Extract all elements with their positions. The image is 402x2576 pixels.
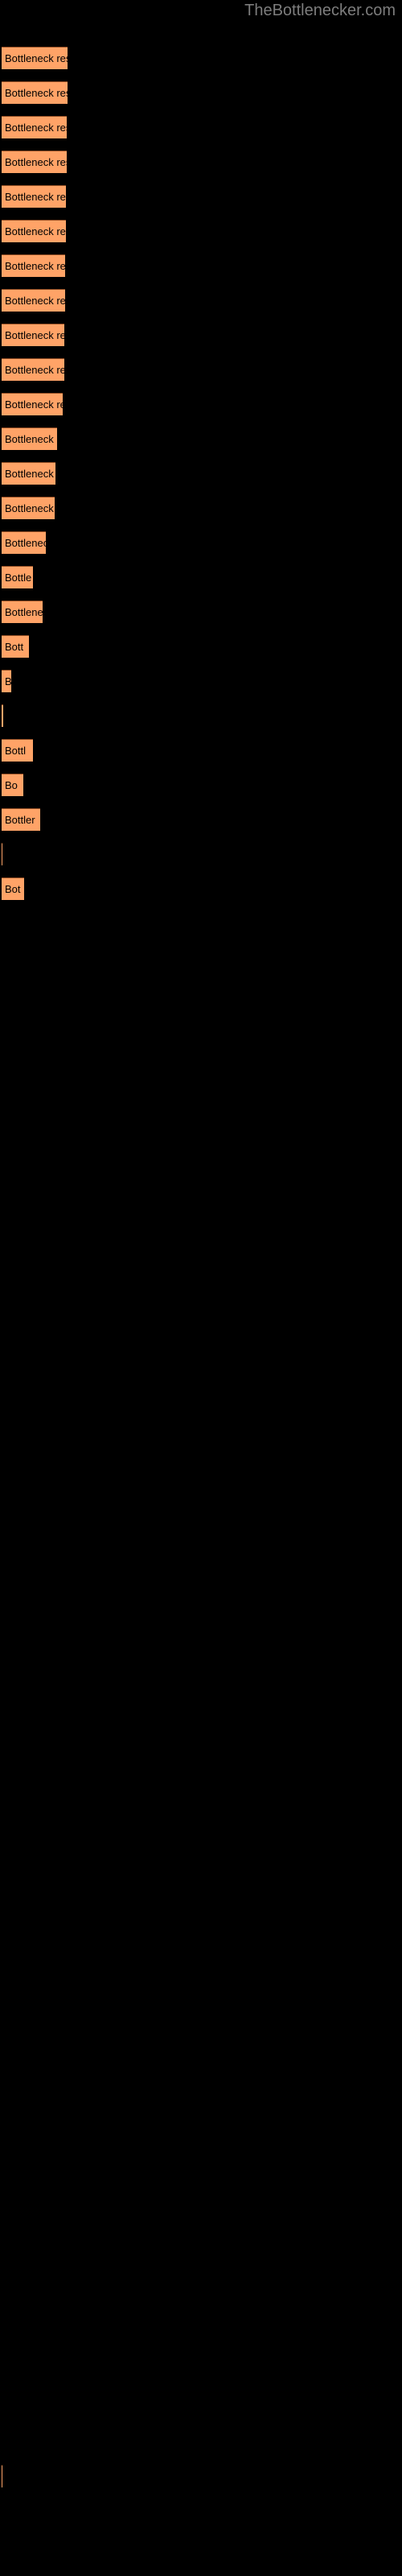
bar-2: Bottleneck result — [2, 81, 68, 104]
bar-label: Bottleneck result — [5, 87, 68, 99]
bar-18: Bott — [2, 635, 29, 658]
bar-8: Bottleneck result — [2, 289, 65, 312]
bar-row — [0, 704, 402, 727]
bar-20 — [2, 704, 3, 727]
bar-label: Bottleneck result — [5, 122, 67, 134]
bar-11: Bottleneck resul — [2, 393, 63, 415]
bar-label: Bot — [5, 883, 21, 895]
bar-1: Bottleneck result — [2, 47, 68, 69]
bar-25: Bot — [2, 877, 24, 900]
bar-14: Bottleneck resu — [2, 497, 55, 519]
bar-row: Bottler — [0, 808, 402, 831]
bar-row: Bottle — [0, 566, 402, 588]
bar-label: Bottleneck resu — [5, 468, 55, 480]
bar-row: Bottleneck — [0, 531, 402, 554]
bar-22: Bo — [2, 774, 23, 796]
bar-row: Bottleneck resul — [0, 393, 402, 415]
bar-row: Bottleneck result — [0, 81, 402, 104]
bar-label: Bottleneck result — [5, 364, 64, 376]
bar-label: Bottleneck resu — [5, 502, 55, 514]
bar-row: B — [0, 670, 402, 692]
bar-label: Bottlenec — [5, 606, 43, 618]
bar-label: Bottleneck result — [5, 156, 67, 168]
bar-label: Bottleneck result — [5, 225, 66, 237]
bar-row: Bottleneck result — [0, 289, 402, 312]
bar-row: Bot — [0, 877, 402, 900]
bar-row: Bottleneck result — [0, 116, 402, 138]
bar-label: Bott — [5, 641, 24, 653]
bottleneck-bar-chart: Bottleneck result Bottleneck result Bottle… — [0, 0, 402, 2576]
bar-9: Bottleneck result — [2, 324, 64, 346]
bar-label: Bottleneck result — [5, 295, 65, 307]
bar-label: Bo — [5, 779, 18, 791]
bar-row: Bottleneck resu — [0, 497, 402, 519]
bar-label: Bottler — [5, 814, 35, 826]
bar-label: B — [5, 675, 11, 687]
bar-row: Bottleneck result — [0, 220, 402, 242]
bar-19: B — [2, 670, 11, 692]
bar-5: Bottleneck result — [2, 185, 66, 208]
bar-4: Bottleneck result — [2, 151, 67, 173]
bar-row: Bottleneck result — [0, 358, 402, 381]
bar-3: Bottleneck result — [2, 116, 67, 138]
bar-10: Bottleneck result — [2, 358, 64, 381]
bar-row: Bottl — [0, 739, 402, 762]
bar-12: Bottleneck resu — [2, 427, 57, 450]
bar-21: Bottl — [2, 739, 33, 762]
bar-row: Bottleneck result — [0, 185, 402, 208]
bar-13: Bottleneck resu — [2, 462, 55, 485]
bar-15: Bottleneck — [2, 531, 46, 554]
bar-row — [0, 2465, 402, 2487]
bar-row — [0, 843, 402, 865]
bar-label: Bottleneck result — [5, 329, 64, 341]
bar-17: Bottlenec — [2, 601, 43, 623]
bar-label: Bottleneck result — [5, 52, 68, 64]
bar-label: Bottleneck resu — [5, 433, 57, 445]
bar-6: Bottleneck result — [2, 220, 66, 242]
bar-row: Bott — [0, 635, 402, 658]
bar-label: Bottleneck result — [5, 191, 66, 203]
bar-label: Bottleneck resul — [5, 398, 63, 411]
bar-row: Bottleneck resu — [0, 462, 402, 485]
bar-label: Bottleneck result — [5, 260, 65, 272]
bar-row: Bottleneck result — [0, 324, 402, 346]
bar-7: Bottleneck result — [2, 254, 65, 277]
bar-row: Bottlenec — [0, 601, 402, 623]
bar-row: Bottleneck resu — [0, 427, 402, 450]
bar-label: Bottleneck — [5, 537, 46, 549]
bar-label: Bottl — [5, 745, 27, 757]
bar-row: Bottleneck result — [0, 47, 402, 69]
bar-23: Bottler — [2, 808, 40, 831]
bar-label: Bottle — [5, 572, 32, 584]
bar-16: Bottle — [2, 566, 33, 588]
bar-row: Bottleneck result — [0, 151, 402, 173]
bar-row: Bo — [0, 774, 402, 796]
bar-row: Bottleneck result — [0, 254, 402, 277]
